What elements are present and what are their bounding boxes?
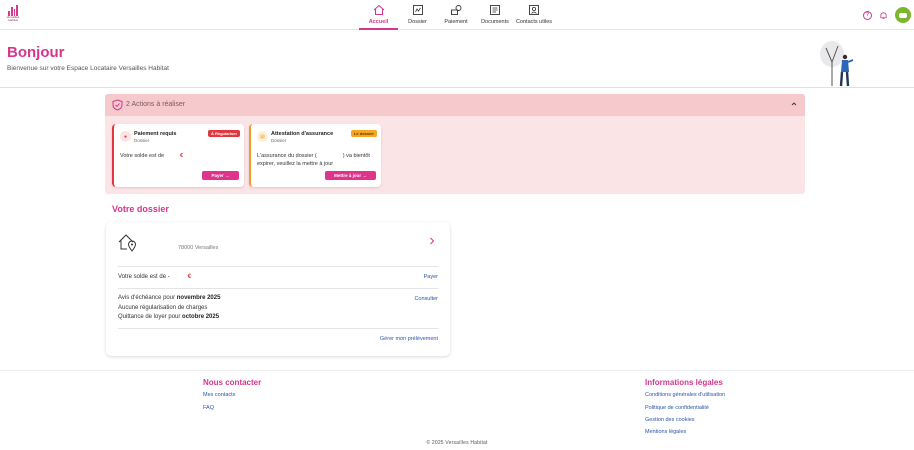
- consult-link[interactable]: Consulter: [414, 296, 438, 302]
- home-icon: [373, 4, 384, 15]
- dossier-card: 78000 Versailles Votre solde est de - € P…: [106, 222, 450, 356]
- footer-link-contacts[interactable]: Mes contacts: [203, 392, 235, 398]
- main-nav: Accueil Dossier Paiement Documents Conta…: [359, 0, 553, 30]
- regularisation-text: Aucune régularisation de charges: [118, 305, 208, 311]
- nav-dossier-label: Dossier: [408, 19, 427, 25]
- actions-title: 2 Actions à réaliser: [126, 101, 186, 108]
- card-subtitle: Dossier: [134, 138, 150, 143]
- footer-link-privacy[interactable]: Politique de confidentialité: [645, 405, 709, 411]
- card-title: Attestation d'assurance: [271, 131, 334, 137]
- status-badge: À Régulariser: [207, 130, 240, 137]
- copyright-text: © 2025 Versailles Habitat: [426, 440, 488, 446]
- actions-panel-header[interactable]: 2 Actions à réaliser: [105, 94, 805, 116]
- amount-value: €: [180, 153, 184, 159]
- chevron-up-icon[interactable]: [791, 101, 797, 107]
- page-footer: Nous contacter Mes contacts FAQ Informat…: [0, 370, 914, 450]
- manage-direct-debit-link[interactable]: Gérer mon prélèvement: [380, 336, 438, 342]
- user-avatar[interactable]: [895, 7, 911, 23]
- nav-dossier[interactable]: Dossier: [398, 0, 437, 30]
- nav-accueil[interactable]: Accueil: [359, 0, 398, 30]
- insurance-document-icon: ▤: [257, 131, 268, 142]
- quittance-prefix: Quittance de loyer pour: [118, 314, 181, 320]
- insurance-text-part3: expirer, veuillez la mettre à jour: [257, 161, 334, 167]
- top-navigation-bar: Versailles Habitat Accueil Dossier Paiem…: [0, 0, 914, 30]
- help-icon[interactable]: ?: [863, 10, 872, 20]
- nav-paiement[interactable]: Paiement: [437, 0, 475, 30]
- footer-link-faq[interactable]: FAQ: [203, 405, 214, 411]
- payment-alert-icon: ●: [120, 131, 131, 142]
- chevron-right-icon[interactable]: [429, 237, 435, 245]
- pay-link[interactable]: Payer: [424, 274, 438, 280]
- status-badge: Le dossier: [350, 130, 377, 137]
- dossier-city: 78000 Versailles: [178, 245, 219, 251]
- nav-paiement-label: Paiement: [444, 19, 468, 25]
- shield-check-icon: [112, 99, 123, 111]
- nav-contacts-utiles[interactable]: Contacts utiles: [515, 0, 553, 30]
- card-subtitle: Dossier: [271, 138, 287, 143]
- avis-prefix: Avis d'échéance pour: [118, 295, 176, 301]
- card-body: L'assurance du dossier ( ) va bientôt exp…: [257, 152, 377, 168]
- balance-row: Votre solde est de - €: [118, 274, 191, 280]
- versailles-habitat-logo[interactable]: Versailles Habitat: [5, 5, 21, 25]
- nav-accueil-label: Accueil: [368, 19, 389, 25]
- insurance-card: ▤ Attestation d'assurance Dossier Le dos…: [249, 124, 381, 187]
- payment-icon: [451, 5, 462, 15]
- greeting-title: Bonjour: [7, 44, 65, 61]
- footer-link-cookies[interactable]: Gestion des cookies: [645, 417, 695, 423]
- logo-text: Versailles Habitat: [6, 15, 20, 22]
- pay-button[interactable]: Payer →: [202, 171, 239, 180]
- insurance-text-part2: ) va bientôt: [342, 153, 370, 159]
- avis-echeance-row: Avis d'échéance pour novembre 2025: [118, 295, 220, 301]
- contact-title: Nous contacter: [203, 378, 262, 387]
- nav-documents-label: Documents: [481, 19, 509, 25]
- folder-icon: [412, 5, 423, 15]
- welcome-subtitle: Bienvenue sur votre Espace Locataire Ver…: [7, 65, 169, 72]
- avatar-card-icon: [899, 12, 907, 18]
- documents-icon: [490, 5, 500, 15]
- bell-icon[interactable]: [879, 11, 888, 20]
- footer-link-legal-notice[interactable]: Mentions légales: [645, 429, 686, 435]
- quittance-month: octobre 2025: [182, 314, 220, 320]
- dossier-section-title: Votre dossier: [112, 204, 169, 214]
- card-body: Votre solde est de €: [120, 152, 240, 160]
- contacts-icon: [529, 5, 539, 15]
- avis-month: novembre 2025: [176, 295, 221, 301]
- nav-documents[interactable]: Documents: [475, 0, 515, 30]
- balance-text: Votre solde est de: [120, 153, 165, 159]
- header-actions: ?: [863, 7, 911, 23]
- quittance-row: Quittance de loyer pour octobre 2025: [118, 314, 219, 320]
- card-title: Paiement requis: [134, 131, 177, 137]
- divider: [118, 328, 438, 329]
- footer-link-cgu[interactable]: Conditions générales d'utilisation: [645, 392, 725, 398]
- divider: [118, 266, 438, 267]
- house-location-icon: [118, 234, 137, 252]
- insurance-text-part1: L'assurance du dossier (: [257, 153, 317, 159]
- welcome-banner: Bonjour Bienvenue sur votre Espace Locat…: [0, 30, 914, 88]
- legal-title: Informations légales: [645, 378, 723, 387]
- balance-amount: €: [187, 274, 192, 280]
- payment-required-card: ● Paiement requis Dossier À Régulariser …: [112, 124, 244, 187]
- person-tree-illustration: [820, 41, 854, 87]
- nav-contacts-label: Contacts utiles: [515, 19, 553, 25]
- update-insurance-button[interactable]: Mettre à jour →: [325, 171, 376, 180]
- divider: [118, 288, 438, 289]
- balance-label: Votre solde est de -: [118, 274, 170, 280]
